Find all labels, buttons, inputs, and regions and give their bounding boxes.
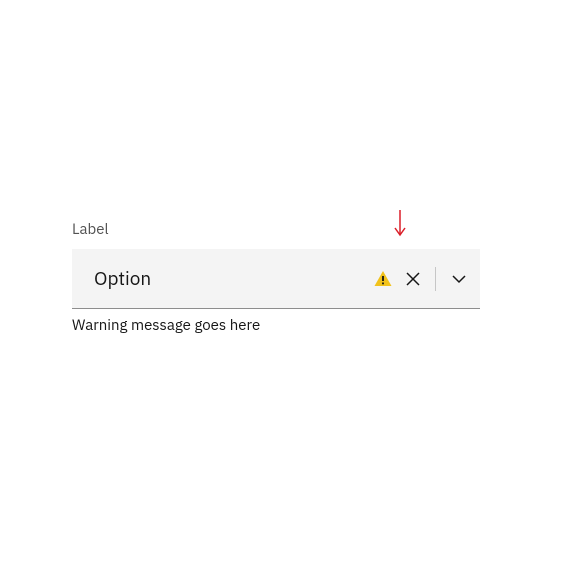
chevron-down-icon[interactable] — [450, 270, 468, 288]
warning-icon — [373, 269, 393, 289]
select-value: Option — [94, 267, 373, 291]
field-label: Label — [72, 220, 480, 239]
helper-text: Warning message goes here — [72, 316, 480, 335]
divider — [435, 267, 436, 291]
close-icon[interactable] — [405, 271, 421, 287]
select-field[interactable]: Option — [72, 249, 480, 309]
